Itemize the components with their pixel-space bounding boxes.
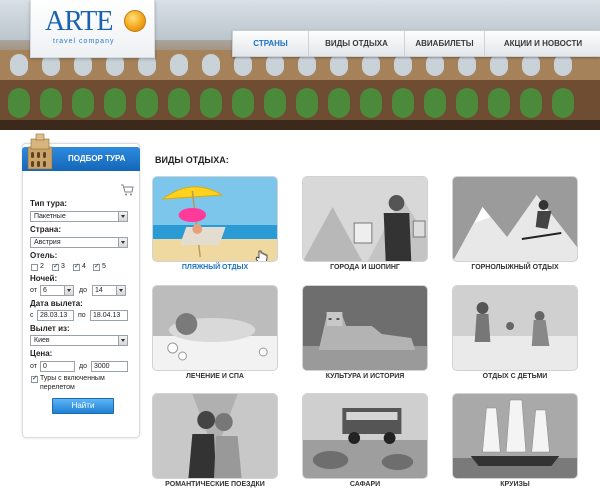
pointer-hand-icon — [255, 250, 268, 261]
departure-city-label: Вылет из: — [30, 324, 70, 333]
date-to-input[interactable]: 18.04.13 — [90, 310, 128, 321]
tile-cruises-label[interactable]: КРУИЗЫ — [452, 481, 578, 488]
tile-romantic[interactable] — [152, 393, 278, 479]
cart-icon[interactable] — [120, 184, 134, 196]
nav-item-flights[interactable]: АВИАБИЛЕТЫ — [405, 31, 485, 56]
tile-culture[interactable] — [302, 285, 428, 371]
safari-image — [303, 394, 427, 478]
chevron-down-icon — [64, 286, 73, 295]
tour-search-title: ПОДБОР ТУРА — [68, 154, 126, 163]
logo-tagline: travel company — [53, 38, 115, 45]
logo-wordmark: ARTE — [45, 6, 113, 37]
flight-included-checkbox[interactable] — [31, 374, 38, 383]
price-to-input[interactable]: 3000 — [91, 361, 128, 372]
departure-city-select[interactable]: Киев — [30, 335, 128, 346]
price-from-input[interactable]: 0 — [40, 361, 75, 372]
hotel-star-5-checkbox[interactable] — [93, 262, 100, 271]
cruise-ship-image — [453, 394, 577, 478]
globe-icon — [124, 10, 146, 32]
tile-kids[interactable] — [452, 285, 578, 371]
tile-shopping[interactable] — [302, 176, 428, 262]
hotel-star-4-label: 4 — [82, 263, 86, 270]
hotel-star-2-label: 2 — [40, 263, 44, 270]
culture-history-image — [303, 286, 427, 370]
nav-item-vacation-types[interactable]: ВИДЫ ОТДЫХА — [309, 31, 405, 56]
country-label: Страна: — [30, 225, 61, 234]
chevron-down-icon — [116, 286, 125, 295]
tile-ski[interactable] — [452, 176, 578, 262]
header-banner: ARTE travel company СТРАНЫ ВИДЫ ОТДЫХА А… — [0, 0, 600, 130]
date-from-input[interactable]: 28.03.13 — [37, 310, 74, 321]
chevron-down-icon — [118, 238, 127, 247]
departure-date-label: Дата вылета: — [30, 299, 83, 308]
hotel-star-5-label: 5 — [102, 263, 106, 270]
ski-image — [453, 177, 577, 261]
date-to-prefix: по — [78, 312, 86, 319]
section-title: ВИДЫ ОТДЫХА: — [155, 155, 229, 165]
price-to-prefix: до — [79, 363, 87, 370]
main-nav: СТРАНЫ ВИДЫ ОТДЫХА АВИАБИЛЕТЫ АКЦИИ И НО… — [232, 30, 600, 57]
tile-ski-label[interactable]: ГОРНОЛЫЖНЫЙ ОТДЫХ — [452, 264, 578, 271]
nights-to-select[interactable]: 14 — [92, 285, 126, 296]
nights-to-value: 14 — [95, 287, 103, 294]
tile-beach[interactable] — [152, 176, 278, 262]
nights-from-select[interactable]: 6 — [40, 285, 74, 296]
flight-included-label-line2: перелетом — [40, 384, 75, 391]
country-select[interactable]: Австрия — [30, 237, 128, 248]
nights-from-prefix: от — [30, 287, 37, 294]
tile-romantic-label[interactable]: РОМАНТИЧЕСКИЕ ПОЕЗДКИ — [152, 481, 278, 488]
spa-image — [153, 286, 277, 370]
hotel-star-2-checkbox[interactable] — [31, 264, 38, 271]
search-button[interactable]: Найти — [52, 398, 114, 414]
family-vacation-image — [453, 286, 577, 370]
nights-to-prefix: до — [79, 287, 87, 294]
date-from-prefix: с — [30, 312, 34, 319]
nights-label: Ночей: — [30, 274, 58, 283]
chevron-down-icon — [118, 336, 127, 345]
tour-type-value: Пакетные — [34, 213, 66, 220]
tile-spa[interactable] — [152, 285, 278, 371]
hotel-label: Отель: — [30, 251, 58, 260]
country-value: Австрия — [34, 239, 61, 246]
tile-shopping-label[interactable]: ГОРОДА И ШОПИНГ — [302, 264, 428, 271]
chevron-down-icon — [118, 212, 127, 221]
colosseum-icon — [27, 133, 53, 170]
tour-type-select[interactable]: Пакетные — [30, 211, 128, 222]
nav-item-promotions[interactable]: АКЦИИ И НОВОСТИ — [485, 31, 600, 56]
tile-culture-label[interactable]: КУЛЬТУРА И ИСТОРИЯ — [302, 373, 428, 380]
tile-safari[interactable] — [302, 393, 428, 479]
departure-city-value: Киев — [34, 337, 50, 344]
tour-type-label: Тип тура: — [30, 199, 68, 208]
price-label: Цена: — [30, 349, 53, 358]
nav-item-countries[interactable]: СТРАНЫ — [233, 31, 309, 56]
logo[interactable]: ARTE travel company — [30, 0, 155, 58]
price-from-prefix: от — [30, 363, 37, 370]
nights-from-value: 6 — [43, 287, 47, 294]
hotel-star-4-checkbox[interactable] — [73, 262, 80, 271]
tile-spa-label[interactable]: ЛЕЧЕНИЕ И СПА — [152, 373, 278, 380]
city-shopping-image — [303, 177, 427, 261]
flight-included-label-line1: Туры с включенным — [40, 375, 105, 382]
tile-cruises[interactable] — [452, 393, 578, 479]
tile-kids-label[interactable]: ОТДЫХ С ДЕТЬМИ — [452, 373, 578, 380]
romantic-trips-image — [153, 394, 277, 478]
hotel-star-3-label: 3 — [61, 263, 65, 270]
tile-safari-label[interactable]: САФАРИ — [302, 481, 428, 488]
tile-beach-label[interactable]: ПЛЯЖНЫЙ ОТДЫХ — [152, 264, 278, 271]
hotel-star-3-checkbox[interactable] — [52, 262, 59, 271]
